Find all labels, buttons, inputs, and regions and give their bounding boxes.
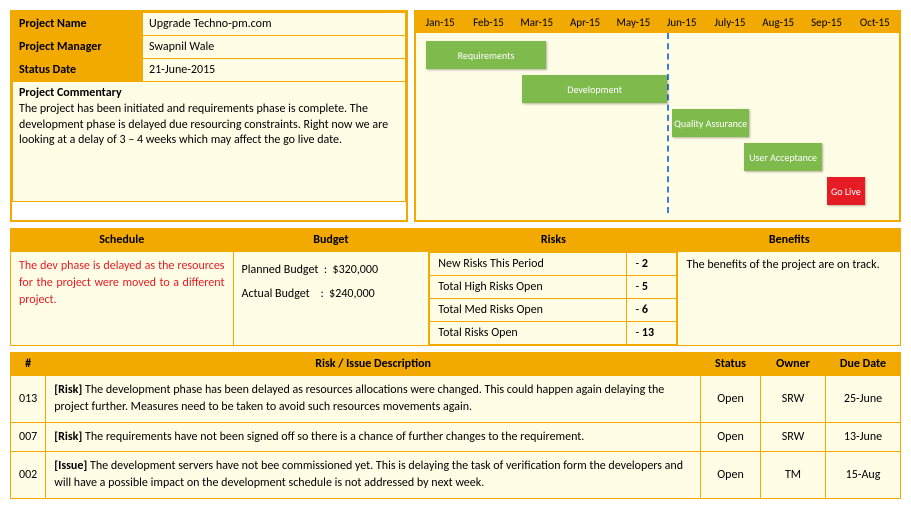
schedule-header: Schedule: [11, 229, 234, 252]
project-name-value: Upgrade Techno-pm.com: [143, 13, 406, 36]
today-line: [667, 33, 669, 213]
risk-due: 15-Aug: [826, 452, 901, 499]
risk-status: Open: [701, 376, 761, 423]
table-row: 002[Issue] The development servers have …: [11, 452, 901, 499]
risks-summary: New Risks This Period- 2 Total High Risk…: [429, 252, 677, 345]
commentary-body: The project has been initiated and requi…: [19, 102, 399, 149]
project-manager-value: Swapnil Wale: [143, 36, 406, 59]
risk-desc: [Risk] The requirements have not been si…: [46, 422, 701, 452]
budget-header: Budget: [233, 229, 429, 252]
med-risks-label: Total Med Risks Open: [430, 299, 627, 322]
benefits-header: Benefits: [678, 229, 901, 252]
gantt-bar: Development: [522, 75, 667, 103]
risk-id: 013: [11, 376, 46, 423]
gantt-bar: Quality Assurance: [672, 109, 749, 137]
med-risks-value: 6: [642, 303, 648, 317]
budget-cell: Planned Budget : $320,000 Actual Budget …: [234, 252, 429, 312]
gantt-month: Mar-15: [513, 12, 561, 33]
gantt-month: Sep-15: [802, 12, 850, 33]
gantt-month: July-15: [706, 12, 754, 33]
gantt-bar: Go Live: [827, 177, 866, 205]
risk-status: Open: [701, 422, 761, 452]
status-date-label: Status Date: [13, 59, 143, 82]
gantt-body: Requirements DevelopmentQuality Assurance…: [416, 33, 899, 213]
gantt-month: Jan-15: [416, 12, 464, 33]
risk-id: 007: [11, 422, 46, 452]
gantt-bar: Requirements: [426, 41, 547, 69]
risk-status: Open: [701, 452, 761, 499]
new-risks-value: 2: [642, 257, 648, 271]
project-name-label: Project Name: [13, 13, 143, 36]
table-row: 013[Risk] The development phase has been…: [11, 376, 901, 423]
gantt-month: Aug-15: [754, 12, 802, 33]
risk-desc: [Risk] The development phase has been de…: [46, 376, 701, 423]
table-row: 007[Risk] The requirements have not been…: [11, 422, 901, 452]
schedule-text: The dev phase is delayed as the resource…: [11, 252, 233, 314]
high-risks-value: 5: [642, 280, 648, 294]
gantt-month: May-15: [609, 12, 657, 33]
risk-id: 002: [11, 452, 46, 499]
col-status: Status: [701, 353, 761, 376]
high-risks-label: Total High Risks Open: [430, 276, 627, 299]
actual-budget-label: Actual Budget: [242, 287, 310, 301]
gantt-month: Oct-15: [851, 12, 899, 33]
status-date-value: 21-June-2015: [143, 59, 406, 82]
risks-header: Risks: [429, 229, 678, 252]
actual-budget-value: $240,000: [329, 287, 375, 301]
total-risks-label: Total Risks Open: [430, 322, 627, 345]
new-risks-label: New Risks This Period: [430, 253, 627, 276]
project-commentary: Project Commentary The project has been …: [13, 82, 406, 202]
gantt-bar: User Acceptance: [744, 143, 821, 171]
planned-budget-label: Planned Budget: [242, 263, 319, 277]
risk-owner: SRW: [761, 422, 826, 452]
total-risks-value: 13: [642, 326, 654, 340]
project-info-panel: Project Name Upgrade Techno-pm.com Proje…: [10, 10, 408, 222]
commentary-title: Project Commentary: [19, 86, 399, 100]
summary-row: Schedule Budget Risks Benefits The dev p…: [10, 228, 901, 346]
benefits-text: The benefits of the project are on track…: [678, 252, 900, 278]
col-num: #: [11, 353, 46, 376]
gantt-month: Feb-15: [464, 12, 512, 33]
risk-due: 25-June: [826, 376, 901, 423]
risk-owner: TM: [761, 452, 826, 499]
col-desc: Risk / Issue Description: [46, 353, 701, 376]
risk-issue-table: # Risk / Issue Description Status Owner …: [10, 352, 901, 499]
gantt-chart: Jan-15Feb-15Mar-15Apr-15May-15Jun-15July…: [414, 10, 901, 222]
risk-due: 13-June: [826, 422, 901, 452]
gantt-month: Apr-15: [561, 12, 609, 33]
planned-budget-value: $320,000: [332, 263, 378, 277]
col-owner: Owner: [761, 353, 826, 376]
risk-desc: [Issue] The development servers have not…: [46, 452, 701, 499]
project-manager-label: Project Manager: [13, 36, 143, 59]
risk-owner: SRW: [761, 376, 826, 423]
gantt-header: Jan-15Feb-15Mar-15Apr-15May-15Jun-15July…: [416, 12, 899, 33]
col-due: Due Date: [826, 353, 901, 376]
gantt-month: Jun-15: [657, 12, 705, 33]
